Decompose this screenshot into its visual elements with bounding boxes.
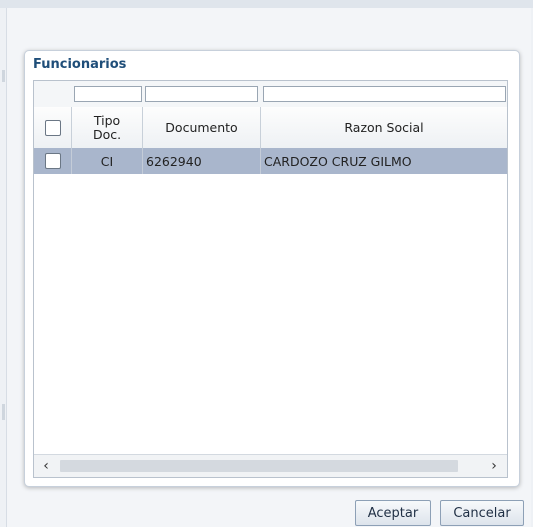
documento-filter-input[interactable] <box>145 86 258 102</box>
dialog-title: Funcionarios <box>33 57 127 72</box>
row-checkbox[interactable] <box>44 153 61 169</box>
filter-row <box>34 81 507 108</box>
table-row[interactable]: CI 6262940 CARDOZO CRUZ GILMO <box>34 148 507 175</box>
top-bar <box>0 0 533 8</box>
chevron-left-icon[interactable]: ‹ <box>37 457 55 475</box>
razon-social-cell: CARDOZO CRUZ GILMO <box>264 153 412 169</box>
column-header-label: Documento <box>165 119 238 135</box>
column-header-label: Razon Social <box>344 119 424 135</box>
column-header-label: Tipo Doc. <box>92 112 122 142</box>
column-header-razon-social[interactable]: Razon Social <box>261 107 507 148</box>
table-header: Tipo Doc. Documento Razon Social <box>34 107 507 149</box>
select-all-checkbox[interactable] <box>44 119 61 136</box>
funcionarios-dialog: Funcionarios Tipo Doc. Documento Razon S… <box>24 50 520 487</box>
chevron-right-icon[interactable]: › <box>485 457 503 475</box>
razon-social-filter-input[interactable] <box>263 86 506 102</box>
window-edge-mark <box>2 70 5 82</box>
scrollbar-thumb[interactable] <box>60 460 458 472</box>
horizontal-scrollbar[interactable]: ‹ › <box>34 454 507 477</box>
funcionarios-table: Tipo Doc. Documento Razon Social CI 6262… <box>33 80 508 478</box>
row-select-cell <box>34 148 72 174</box>
cancelar-button[interactable]: Cancelar <box>440 500 524 526</box>
window-edge-mark <box>2 404 5 420</box>
select-all-header <box>34 107 72 148</box>
column-header-documento[interactable]: Documento <box>143 107 261 148</box>
column-header-tipo-doc[interactable]: Tipo Doc. <box>72 107 143 148</box>
aceptar-button[interactable]: Aceptar <box>355 500 431 526</box>
table-body-empty <box>34 174 507 454</box>
documento-cell: 6262940 <box>143 148 261 174</box>
tipo-doc-filter-input[interactable] <box>74 86 142 102</box>
tipo-doc-cell: CI <box>72 148 143 174</box>
